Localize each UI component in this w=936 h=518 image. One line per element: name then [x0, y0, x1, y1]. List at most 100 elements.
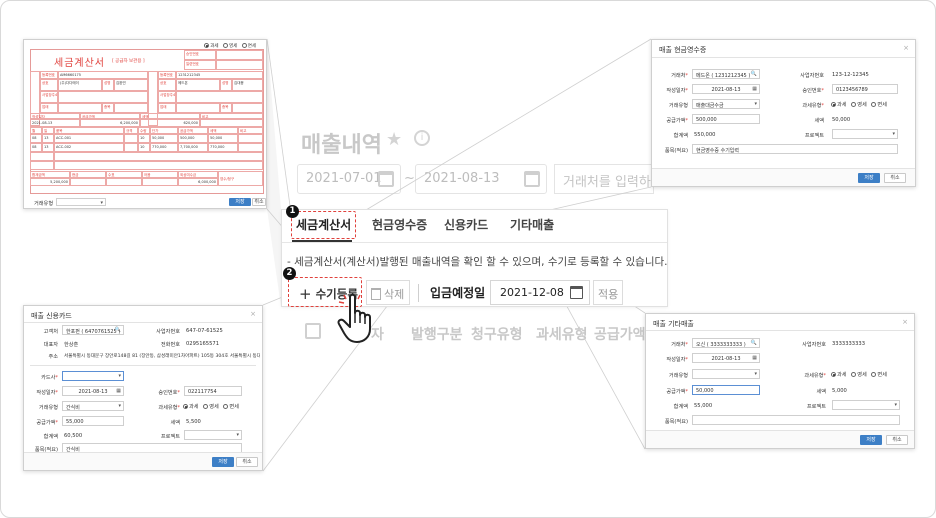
- row-remark[interactable]: [238, 143, 263, 152]
- close-icon[interactable]: ×: [902, 318, 908, 326]
- tax-label: 세액: [816, 389, 826, 395]
- row-month[interactable]: 08: [30, 143, 42, 152]
- tab-cash-receipt[interactable]: 현금영수증: [372, 216, 427, 233]
- row-item[interactable]: ACC-001: [54, 134, 124, 143]
- cash-value[interactable]: [70, 178, 106, 186]
- row-spec[interactable]: [124, 143, 138, 152]
- project-select[interactable]: ▾: [184, 430, 242, 440]
- calendar-icon[interactable]: ▦: [752, 355, 757, 361]
- approval-input[interactable]: 022117754: [184, 386, 242, 396]
- trade-type-select[interactable]: ▾: [56, 198, 106, 206]
- row-price[interactable]: 770,000: [150, 143, 178, 152]
- empty-row-date[interactable]: [30, 161, 54, 170]
- trade-type-select[interactable]: ▾: [692, 369, 760, 379]
- write-date-value[interactable]: 2021-08-13: [30, 119, 80, 127]
- trade-type-label: 거래유형: [34, 201, 54, 207]
- calendar-icon[interactable]: [570, 286, 583, 299]
- remark-value-cell[interactable]: [200, 119, 263, 127]
- save-button[interactable]: 저장: [212, 457, 234, 467]
- note-value[interactable]: [142, 178, 178, 186]
- business-label: 업태: [158, 103, 176, 113]
- total-value: 550,000: [694, 132, 716, 138]
- cancel-button[interactable]: 취소: [252, 198, 266, 206]
- supply-input[interactable]: 500,000: [692, 114, 760, 124]
- row-supply[interactable]: 7,700,000: [178, 143, 208, 152]
- row-spec[interactable]: [124, 134, 138, 143]
- row-supply[interactable]: 500,000: [178, 134, 208, 143]
- search-icon[interactable]: 🔍: [115, 327, 121, 333]
- row-qty[interactable]: 10: [138, 143, 150, 152]
- write-date-input[interactable]: 2021-08-13 ▦: [692, 353, 760, 363]
- row-price[interactable]: 50,000: [150, 134, 178, 143]
- search-icon[interactable]: 🔍: [751, 340, 757, 346]
- deposit-date-input[interactable]: 2021-12-08: [490, 280, 590, 305]
- receiver-name[interactable]: 김대응: [232, 79, 263, 91]
- screenshot-canvas: 매출내역 ★ i 2021-07-01 ~ 2021-08-13 거래처를 입력…: [0, 0, 936, 518]
- project-select[interactable]: ▾: [832, 400, 900, 410]
- row-qty[interactable]: 10: [138, 134, 150, 143]
- row-tax[interactable]: 50,000: [208, 134, 238, 143]
- receipt-claim-cell[interactable]: 영수/청구: [218, 171, 263, 186]
- partner-input[interactable]: 오신 ( 3333333333 ) 🔍: [692, 338, 760, 348]
- supplier-address-cell[interactable]: [58, 91, 148, 103]
- row-day[interactable]: 13: [42, 143, 54, 152]
- tax-type-radio-group[interactable]: 과세 영세 면세: [180, 403, 239, 410]
- serial-value-cell[interactable]: [216, 60, 263, 70]
- search-icon[interactable]: 🔍: [751, 71, 757, 77]
- supplier-name[interactable]: 김완민: [114, 79, 148, 91]
- cancel-button[interactable]: 취소: [884, 173, 906, 183]
- credit-value[interactable]: 6,000,000: [178, 178, 218, 186]
- trade-type-select[interactable]: 매출대금수금 ▾: [692, 99, 760, 109]
- empty-row-date[interactable]: [30, 152, 54, 161]
- row-tax[interactable]: 770,000: [208, 143, 238, 152]
- approval-value-cell[interactable]: [216, 50, 263, 60]
- approval-label: 승인번호: [184, 50, 216, 60]
- write-date-input[interactable]: 2021-08-13 ▦: [692, 84, 760, 94]
- supplier-company[interactable]: (주)다다메이: [58, 79, 102, 91]
- close-icon[interactable]: ×: [250, 310, 256, 318]
- receiver-reg-no[interactable]: 1231212345: [176, 71, 263, 79]
- check-value[interactable]: [106, 178, 142, 186]
- receiver-company[interactable]: 메드온: [176, 79, 220, 91]
- partner-input[interactable]: 메드온 ( 1231212345 ) 🔍: [692, 69, 760, 79]
- memo-input[interactable]: 현금영수증 수기입력: [692, 144, 898, 154]
- project-label: 프로젝트: [804, 133, 824, 139]
- customer-input[interactable]: 한포펀 ( 6470761525 ) 🔍: [62, 325, 124, 335]
- tab-credit-card[interactable]: 신용카드: [444, 216, 488, 233]
- row-day[interactable]: 13: [42, 134, 54, 143]
- memo-input[interactable]: [692, 415, 900, 425]
- trade-type-select[interactable]: 간식비 ▾: [62, 401, 124, 411]
- row-remark[interactable]: [238, 134, 263, 143]
- tab-other-sales[interactable]: 기타매출: [510, 216, 554, 233]
- write-date-input[interactable]: 2021-08-13 ▦: [62, 386, 124, 396]
- tax-type-radio-group[interactable]: 과세 영세 면세: [828, 101, 887, 108]
- row-month[interactable]: 08: [30, 134, 42, 143]
- save-button[interactable]: 저장: [229, 198, 251, 206]
- supplier-business-cell[interactable]: [58, 103, 102, 113]
- chevron-down-icon: ▾: [894, 402, 897, 408]
- calendar-icon[interactable]: ▦: [752, 86, 757, 92]
- close-icon[interactable]: ×: [903, 44, 909, 52]
- apply-button[interactable]: 적용: [593, 280, 623, 305]
- cancel-button[interactable]: 취소: [236, 457, 258, 467]
- receiver-business-cell[interactable]: [176, 103, 220, 113]
- supply-input[interactable]: 55,000: [62, 416, 124, 426]
- empty-row[interactable]: [54, 152, 263, 161]
- tax-total-value: 620,000: [140, 119, 200, 127]
- save-button[interactable]: 저장: [860, 435, 882, 445]
- row-item[interactable]: ACC-002: [54, 143, 124, 152]
- modal-title: 매출 현금영수증: [659, 46, 707, 54]
- tax-type-radio-group[interactable]: 과세 영세 면세: [828, 371, 887, 378]
- receiver-item-cell[interactable]: [232, 103, 263, 113]
- receiver-address-cell[interactable]: [176, 91, 263, 103]
- supplier-item-cell[interactable]: [114, 103, 148, 113]
- supplier-reg-no[interactable]: AM6660175: [58, 71, 148, 79]
- card-select[interactable]: ▾: [62, 371, 124, 381]
- empty-row[interactable]: [54, 161, 263, 170]
- supply-input[interactable]: 50,000: [692, 385, 760, 395]
- project-select[interactable]: ▾: [832, 129, 898, 139]
- save-button[interactable]: 저장: [858, 173, 880, 183]
- approval-input[interactable]: 0123456789: [832, 84, 898, 94]
- calendar-icon[interactable]: ▦: [116, 388, 121, 394]
- cancel-button[interactable]: 취소: [886, 435, 908, 445]
